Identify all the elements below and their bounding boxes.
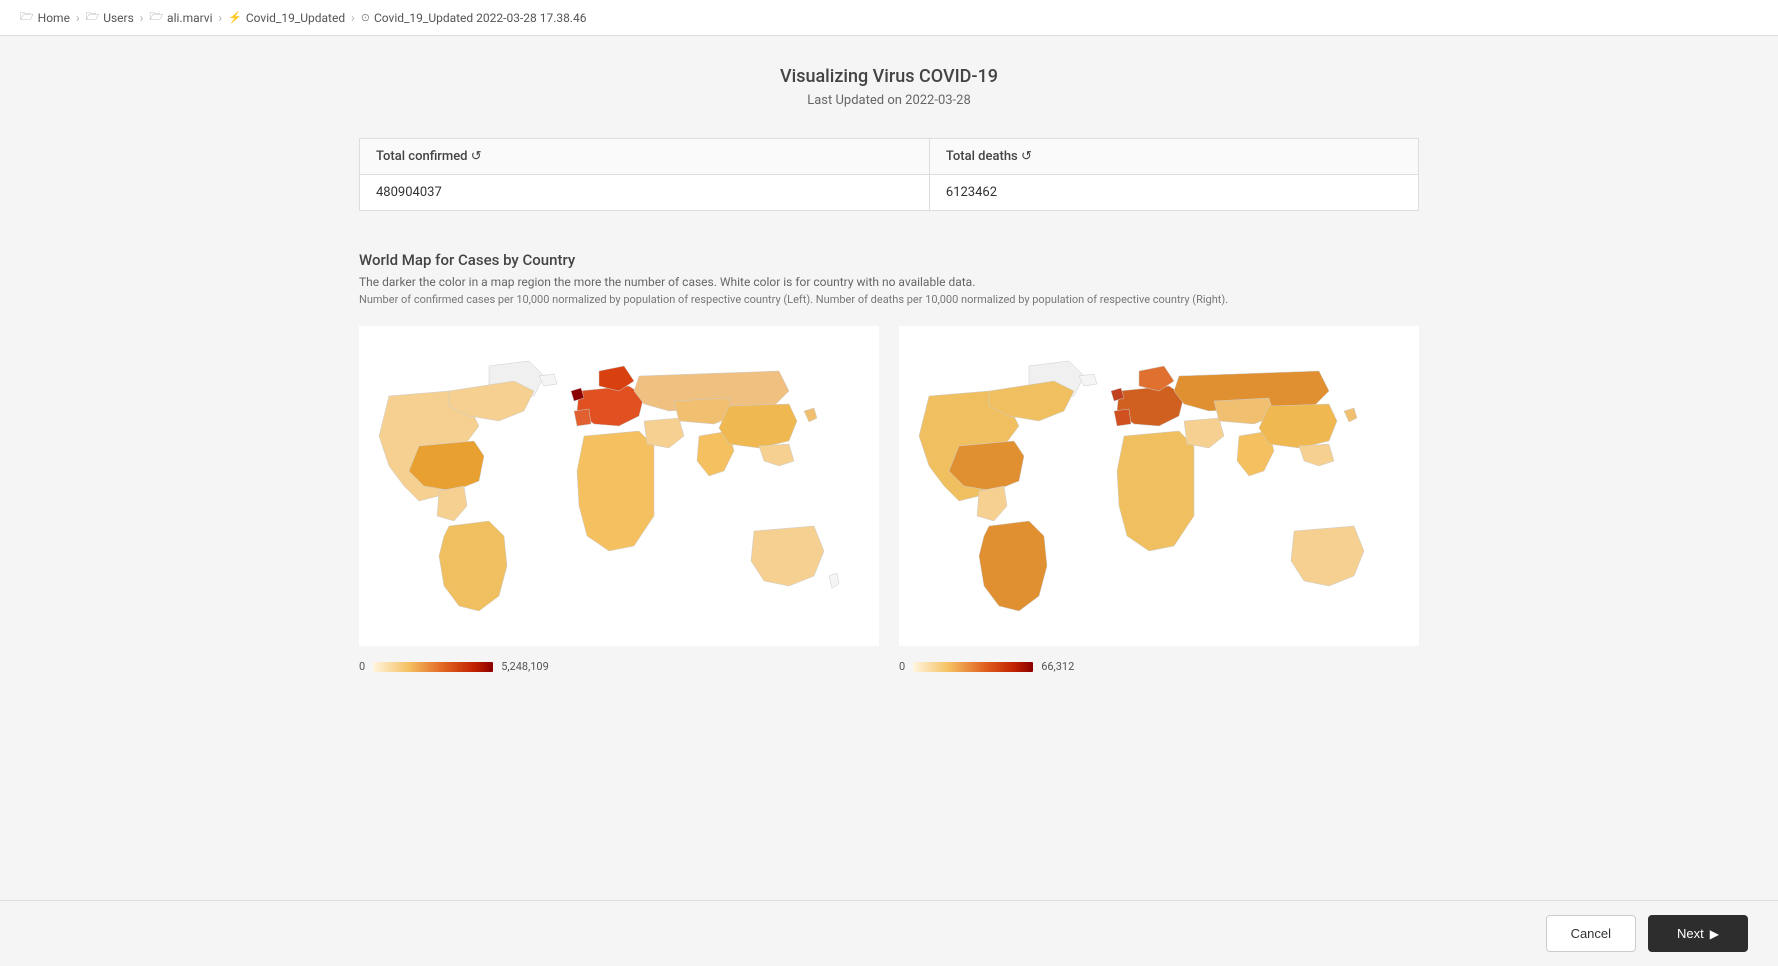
folder-icon: 🗁 (20, 8, 34, 27)
folder-icon: 🗁 (86, 8, 100, 27)
legend-max-right: 66,312 (1041, 660, 1074, 673)
breadcrumb: 🗁 Home › 🗁 Users › 🗁 ali.marvi › ⚡ Covid… (0, 0, 1778, 36)
stats-row: 480904037 6123462 (360, 175, 1419, 211)
breadcrumb-ali-marvi[interactable]: 🗁 ali.marvi (149, 8, 212, 27)
left-map-legend: 0 5,248,109 (359, 660, 879, 673)
legend-min-left: 0 (359, 660, 365, 673)
deaths-value: 6123462 (929, 175, 1418, 211)
breadcrumb-covid-file[interactable]: ⚡ Covid_19_Updated (228, 11, 345, 25)
right-map-panel: 0 66,312 (899, 326, 1419, 673)
page-subtitle: Last Updated on 2022-03-28 (359, 93, 1419, 108)
right-world-map (899, 326, 1419, 646)
left-map-panel: 0 5,248,109 (359, 326, 879, 673)
next-arrow-icon: ▶ (1710, 927, 1719, 941)
legend-gradient-left (373, 662, 493, 672)
main-content: Visualizing Virus COVID-19 Last Updated … (339, 36, 1439, 793)
map-desc2: Number of confirmed cases per 10,000 nor… (359, 293, 1419, 306)
stats-table: Total confirmed ↺ Total deaths ↺ 4809040… (359, 138, 1419, 211)
col-deaths: Total deaths ↺ (929, 139, 1418, 175)
bottom-bar: Cancel Next ▶ (0, 900, 1778, 966)
legend-max-left: 5,248,109 (501, 660, 549, 673)
legend-min-right: 0 (899, 660, 905, 673)
map-section: World Map for Cases by Country The darke… (359, 251, 1419, 673)
page-title: Visualizing Virus COVID-19 (359, 66, 1419, 87)
confirmed-value: 480904037 (360, 175, 930, 211)
legend-gradient-right (913, 662, 1033, 672)
breadcrumb-home[interactable]: 🗁 Home (20, 8, 70, 27)
breadcrumb-covid-version[interactable]: ⊙ Covid_19_Updated 2022-03-28 17.38.46 (361, 11, 587, 25)
clock-icon: ⊙ (361, 11, 370, 24)
map-desc1: The darker the color in a map region the… (359, 275, 1419, 289)
map-section-title: World Map for Cases by Country (359, 251, 1419, 269)
maps-container: 0 5,248,109 (359, 326, 1419, 673)
col-confirmed: Total confirmed ↺ (360, 139, 930, 175)
breadcrumb-users[interactable]: 🗁 Users (86, 8, 134, 27)
right-map-legend: 0 66,312 (899, 660, 1419, 673)
file-icon: ⚡ (228, 11, 242, 24)
next-button[interactable]: Next ▶ (1648, 915, 1748, 952)
left-world-map (359, 326, 879, 646)
cancel-button[interactable]: Cancel (1546, 915, 1636, 952)
folder-icon: 🗁 (149, 8, 163, 27)
